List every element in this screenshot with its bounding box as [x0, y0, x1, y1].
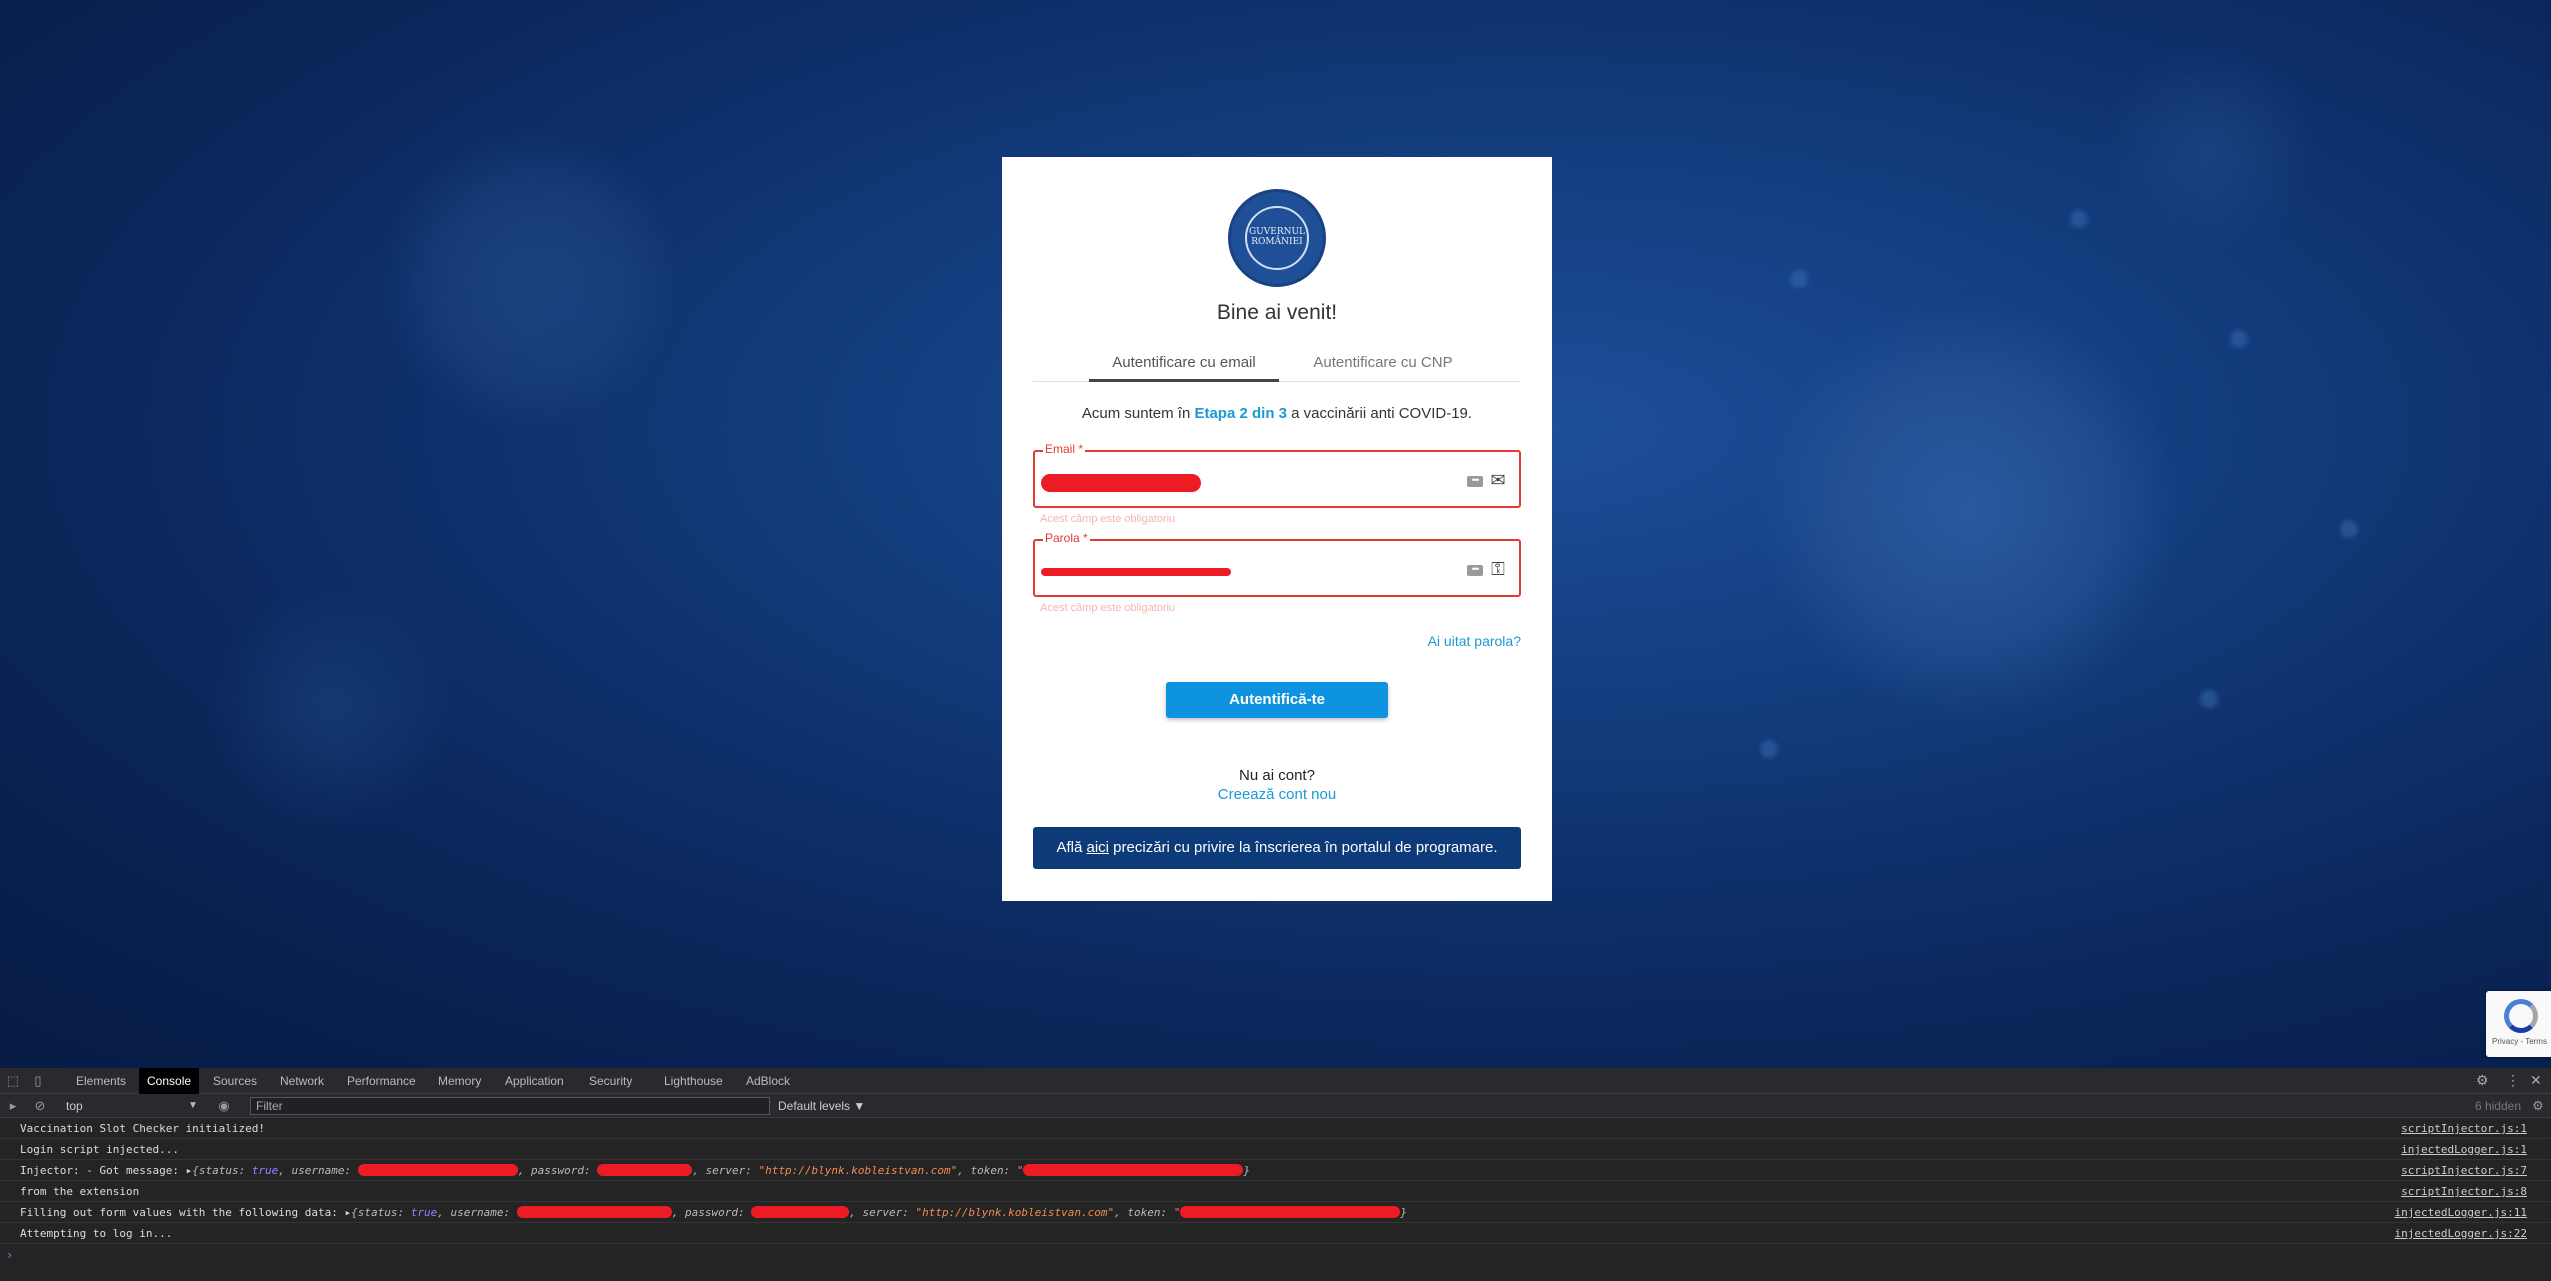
email-label: Email * [1043, 442, 1086, 456]
info-banner[interactable]: Află aici precizări cu privire la înscri… [1033, 827, 1521, 869]
redacted-username [357, 1164, 518, 1176]
settings-gear-icon[interactable]: ⚙ [2476, 1072, 2489, 1089]
console-log-line: Filling out form values with the followi… [0, 1202, 2551, 1223]
console-filter-input[interactable]: Filter [250, 1097, 770, 1115]
tab-elements[interactable]: Elements [68, 1068, 134, 1094]
device-toolbar-icon[interactable]: ▯ [30, 1073, 46, 1089]
inspect-element-icon[interactable]: ⬚ [5, 1073, 21, 1089]
tab-memory[interactable]: Memory [430, 1068, 489, 1094]
redacted-token [1180, 1206, 1401, 1218]
virus-illustration [1760, 300, 2180, 720]
create-account-link[interactable]: Creează cont nou [1002, 786, 1552, 803]
virus-spike [2070, 210, 2088, 228]
email-helper-text: Acest câmp este obligatoriu [1040, 513, 1176, 525]
console-toolbar: ▸ ⊘ top ▼ ◉ Filter Default levels ▼ 6 hi… [0, 1094, 2551, 1118]
virus-spike [2340, 520, 2358, 538]
clear-console-icon[interactable]: ⊘ [32, 1098, 48, 1114]
no-account-text: Nu ai cont? [1239, 767, 1315, 784]
redacted-username [516, 1206, 672, 1218]
log-source-link[interactable]: injectedLogger.js:1 [2401, 1143, 2527, 1156]
stage-highlight: Etapa 2 din 3 [1194, 405, 1287, 422]
console-log-line: Injector: - Got message: ▸{status: true,… [0, 1160, 2551, 1181]
sidebar-toggle-icon[interactable]: ▸ [5, 1098, 21, 1114]
recaptcha-badge[interactable]: Privacy - Terms [2486, 991, 2551, 1057]
context-selector[interactable]: top [66, 1097, 200, 1115]
live-expression-eye-icon[interactable]: ◉ [216, 1098, 232, 1114]
password-helper-text: Acest câmp este obligatoriu [1040, 602, 1176, 614]
tab-console[interactable]: Console [139, 1068, 200, 1094]
hidden-count: 6 hidden [2474, 1099, 2521, 1113]
console-log-line: from the extension scriptInjector.js:8 [0, 1181, 2551, 1202]
console-log-line: Login script injected... injectedLogger.… [0, 1139, 2551, 1160]
login-card: GUVERNUL ROMÂNIEI Bine ai venit! Autenti… [1002, 157, 1552, 901]
chevron-down-icon[interactable]: ▼ [188, 1097, 198, 1115]
tab-performance[interactable]: Performance [339, 1068, 424, 1094]
forgot-password-link[interactable]: Ai uitat parola? [1428, 633, 1521, 649]
tab-sources[interactable]: Sources [205, 1068, 265, 1094]
tab-application[interactable]: Application [497, 1068, 572, 1094]
key-icon: ⚿ [1491, 559, 1505, 579]
redacted-password [597, 1164, 693, 1176]
virus-illustration [2100, 40, 2320, 260]
welcome-heading: Bine ai venit! [1216, 301, 1338, 324]
log-source-link[interactable]: injectedLogger.js:11 [2395, 1206, 2527, 1219]
virus-illustration [200, 580, 460, 840]
virus-illustration [380, 130, 680, 430]
envelope-icon: ✉ [1490, 470, 1506, 490]
log-source-link[interactable]: scriptInjector.js:8 [2401, 1185, 2527, 1198]
console-log-line: Attempting to log in... injectedLogger.j… [0, 1223, 2551, 1244]
console-prompt[interactable]: › [0, 1244, 2551, 1265]
virus-spike [1760, 740, 1778, 758]
government-logo: GUVERNUL ROMÂNIEI [1228, 189, 1326, 287]
console-output: Vaccination Slot Checker initialized! sc… [0, 1118, 2551, 1265]
email-field[interactable]: Email * ••• ✉ [1033, 442, 1521, 508]
vaccination-stage-text: Acum suntem în Etapa 2 din 3 a vaccinări… [1081, 405, 1473, 422]
password-manager-icon[interactable]: ••• [1467, 476, 1483, 487]
password-input-redacted[interactable] [1041, 568, 1231, 576]
tab-lighthouse[interactable]: Lighthouse [656, 1068, 731, 1094]
password-manager-icon[interactable]: ••• [1467, 565, 1483, 576]
virus-spike [2200, 690, 2218, 708]
tab-security[interactable]: Security [581, 1068, 640, 1094]
close-icon[interactable]: ✕ [2530, 1072, 2542, 1089]
redacted-password [751, 1206, 850, 1218]
tab-cnp-auth[interactable]: Autentificare cu CNP [1299, 342, 1467, 382]
log-source-link[interactable]: scriptInjector.js:7 [2401, 1164, 2527, 1177]
password-field[interactable]: Parola * ••• ⚿ [1033, 531, 1521, 597]
prompt-caret-icon: › [6, 1248, 14, 1262]
tab-email-auth[interactable]: Autentificare cu email [1089, 342, 1279, 382]
email-input-redacted[interactable] [1041, 474, 1201, 492]
log-levels-dropdown[interactable]: Default levels ▼ [778, 1097, 865, 1115]
virus-spike [1790, 270, 1808, 288]
banner-link[interactable]: aici [1087, 839, 1110, 856]
tab-network[interactable]: Network [272, 1068, 332, 1094]
tab-adblock[interactable]: AdBlock [738, 1068, 798, 1094]
recaptcha-icon [2504, 999, 2538, 1033]
more-options-icon[interactable]: ⋮ [2506, 1072, 2520, 1089]
recaptcha-text[interactable]: Privacy - Terms [2492, 1037, 2547, 1046]
log-source-link[interactable]: scriptInjector.js:1 [2401, 1122, 2527, 1135]
log-source-link[interactable]: injectedLogger.js:22 [2395, 1227, 2527, 1240]
password-label: Parola * [1043, 531, 1090, 545]
console-settings-gear-icon[interactable]: ⚙ [2530, 1098, 2546, 1114]
console-log-line: Vaccination Slot Checker initialized! sc… [0, 1118, 2551, 1139]
auth-tabs: Autentificare cu email Autentificare cu … [1033, 342, 1521, 382]
login-button[interactable]: Autentifică-te [1166, 682, 1388, 718]
devtools-panel: ⬚ ▯ Elements Console Sources Network Per… [0, 1068, 2551, 1281]
virus-spike [2230, 330, 2248, 348]
devtools-tabbar: ⬚ ▯ Elements Console Sources Network Per… [0, 1068, 2551, 1094]
redacted-token [1023, 1164, 1244, 1176]
